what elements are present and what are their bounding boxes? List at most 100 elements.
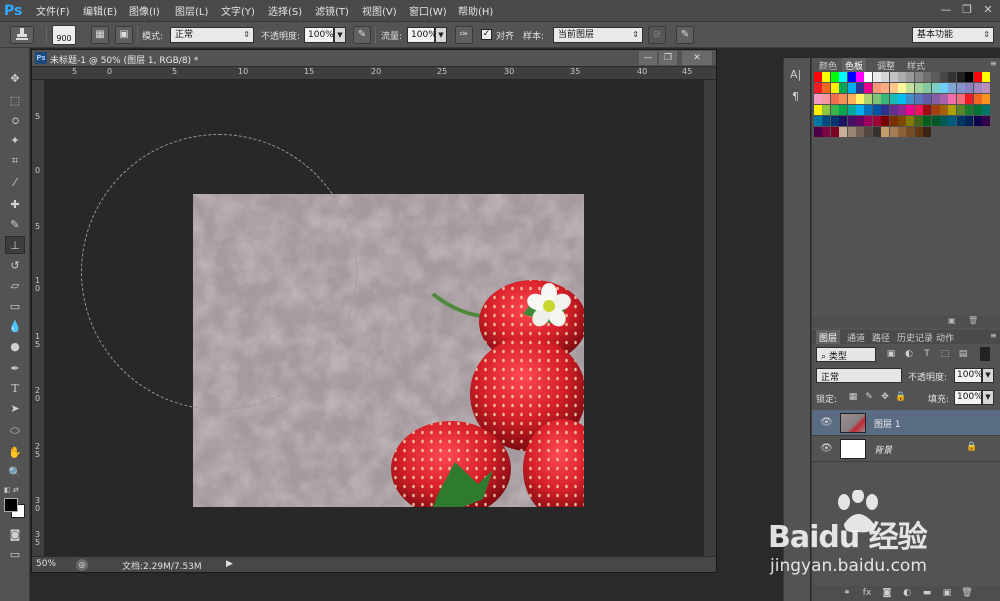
menu-select[interactable]: 选择(S) [268,3,302,18]
tab-layers[interactable]: 图层 [816,330,841,344]
color-swatch[interactable] [931,116,940,126]
color-swatch[interactable] [814,116,822,126]
magic-wand-tool-icon[interactable]: ✦ [5,132,25,150]
pressure-size-icon[interactable]: ✎ [676,26,694,44]
color-swatch[interactable] [872,127,881,137]
color-swatch[interactable] [830,94,839,104]
doc-restore-button[interactable]: ❐ [659,51,677,65]
menu-help[interactable]: 帮助(H) [458,3,493,18]
sample-dropdown[interactable]: 当前图层 [553,27,643,43]
color-swatch[interactable] [931,72,940,82]
layer-name[interactable]: 背景 [874,443,892,456]
color-swatch[interactable] [881,116,890,126]
color-swatch[interactable] [814,83,822,93]
layer-row-layer1[interactable]: 👁 图层 1 [812,410,1000,436]
color-swatch[interactable] [814,105,822,115]
color-swatch[interactable] [881,105,890,115]
visibility-eye-icon[interactable]: 👁 [820,443,833,454]
app-minimize-button[interactable]: — [937,3,955,17]
tab-color[interactable]: 颜色 [816,58,840,72]
lock-all-icon[interactable]: 🔒 [894,390,908,404]
filter-smart-object-icon[interactable]: ▤ [956,347,970,361]
color-swatch[interactable] [864,83,873,93]
opacity-slider-toggle[interactable]: ▼ [334,27,346,43]
color-swatch[interactable] [898,105,906,115]
filter-toggle-switch[interactable] [980,347,990,361]
color-swatch[interactable] [906,127,915,137]
new-swatch-icon[interactable]: ▣ [948,316,956,325]
zoom-tool-icon[interactable]: 🔍 [5,464,25,482]
color-swatch[interactable] [940,72,948,82]
color-swatch[interactable] [889,116,898,126]
color-swatch[interactable] [914,72,923,82]
color-swatch[interactable] [973,94,982,104]
color-swatch[interactable] [923,72,932,82]
menu-image[interactable]: 图像(I) [129,3,160,18]
airbrush-icon[interactable]: ✑ [455,26,473,44]
link-layers-icon[interactable]: ⚭ [840,586,854,600]
color-swatch[interactable] [872,105,881,115]
color-swatch[interactable] [839,83,848,93]
flow-input[interactable]: 100% [407,27,437,43]
color-swatch[interactable] [864,116,873,126]
default-colors-icon[interactable]: ◧ ⇄ [4,486,19,494]
tab-paths[interactable]: 路径 [869,330,893,344]
color-swatch[interactable] [948,72,957,82]
layer-style-icon[interactable]: fx [860,586,874,600]
opacity-input[interactable]: 100% [304,27,334,43]
align-checkbox[interactable]: ✓ [481,29,492,40]
color-swatch[interactable] [830,127,839,137]
color-swatch[interactable] [940,94,948,104]
color-swatch[interactable] [982,116,990,126]
color-swatch[interactable] [956,72,965,82]
layer-name[interactable]: 图层 1 [874,417,901,430]
fill-slider-toggle[interactable]: ▼ [982,390,994,405]
ellipse-tool-icon[interactable]: ⬭ [5,422,25,440]
color-swatch[interactable] [931,105,940,115]
tab-styles[interactable]: 样式 [904,58,928,72]
paragraph-panel-icon[interactable]: ¶ [792,90,799,103]
layer-filter-kind-dropdown[interactable]: ⌕ 类型 [816,347,876,362]
color-swatch[interactable] [923,83,932,93]
color-swatch[interactable] [830,105,839,115]
color-swatch[interactable] [889,105,898,115]
color-swatch[interactable] [914,127,923,137]
crop-tool-icon[interactable]: ⌗ [5,152,25,170]
character-panel-icon[interactable]: A| [790,68,801,81]
tab-channels[interactable]: 通道 [844,330,868,344]
menu-layer[interactable]: 图层(L) [175,3,208,18]
color-swatch[interactable] [814,94,822,104]
app-restore-button[interactable]: ❐ [958,3,976,17]
gradient-tool-icon[interactable]: ▭ [5,298,25,316]
color-swatch[interactable] [973,72,982,82]
color-swatch[interactable] [814,72,822,82]
color-swatch[interactable] [856,72,864,82]
menu-view[interactable]: 视图(V) [362,3,397,18]
color-swatch[interactable] [931,94,940,104]
color-swatch[interactable] [965,83,974,93]
status-info-icon[interactable]: ◎ [76,559,88,571]
color-swatch[interactable] [898,127,906,137]
color-swatch[interactable] [923,116,932,126]
color-swatch[interactable] [830,72,839,82]
color-swatch[interactable] [889,83,898,93]
flow-slider-toggle[interactable]: ▼ [435,27,447,43]
eyedropper-tool-icon[interactable]: ⁄ [5,174,25,192]
move-tool-icon[interactable]: ✥ [5,70,25,88]
color-swatch[interactable] [822,116,831,126]
dodge-tool-icon[interactable]: ● [5,338,25,356]
clone-source-panel-icon[interactable]: ▣ [115,26,133,44]
ignore-adjustment-layers-icon[interactable]: ⊘ [648,26,666,44]
color-swatch[interactable] [881,83,890,93]
color-swatch[interactable] [906,116,915,126]
color-swatch[interactable] [847,94,856,104]
layer-opacity-slider-toggle[interactable]: ▼ [982,368,994,383]
color-swatch[interactable] [906,94,915,104]
color-swatch[interactable] [906,105,915,115]
color-swatch[interactable] [856,94,864,104]
color-swatch[interactable] [864,105,873,115]
filter-pixel-icon[interactable]: ▣ [884,347,898,361]
color-swatch[interactable] [973,116,982,126]
layers-panel-menu-icon[interactable]: ≡ [990,331,997,340]
color-swatch[interactable] [973,83,982,93]
